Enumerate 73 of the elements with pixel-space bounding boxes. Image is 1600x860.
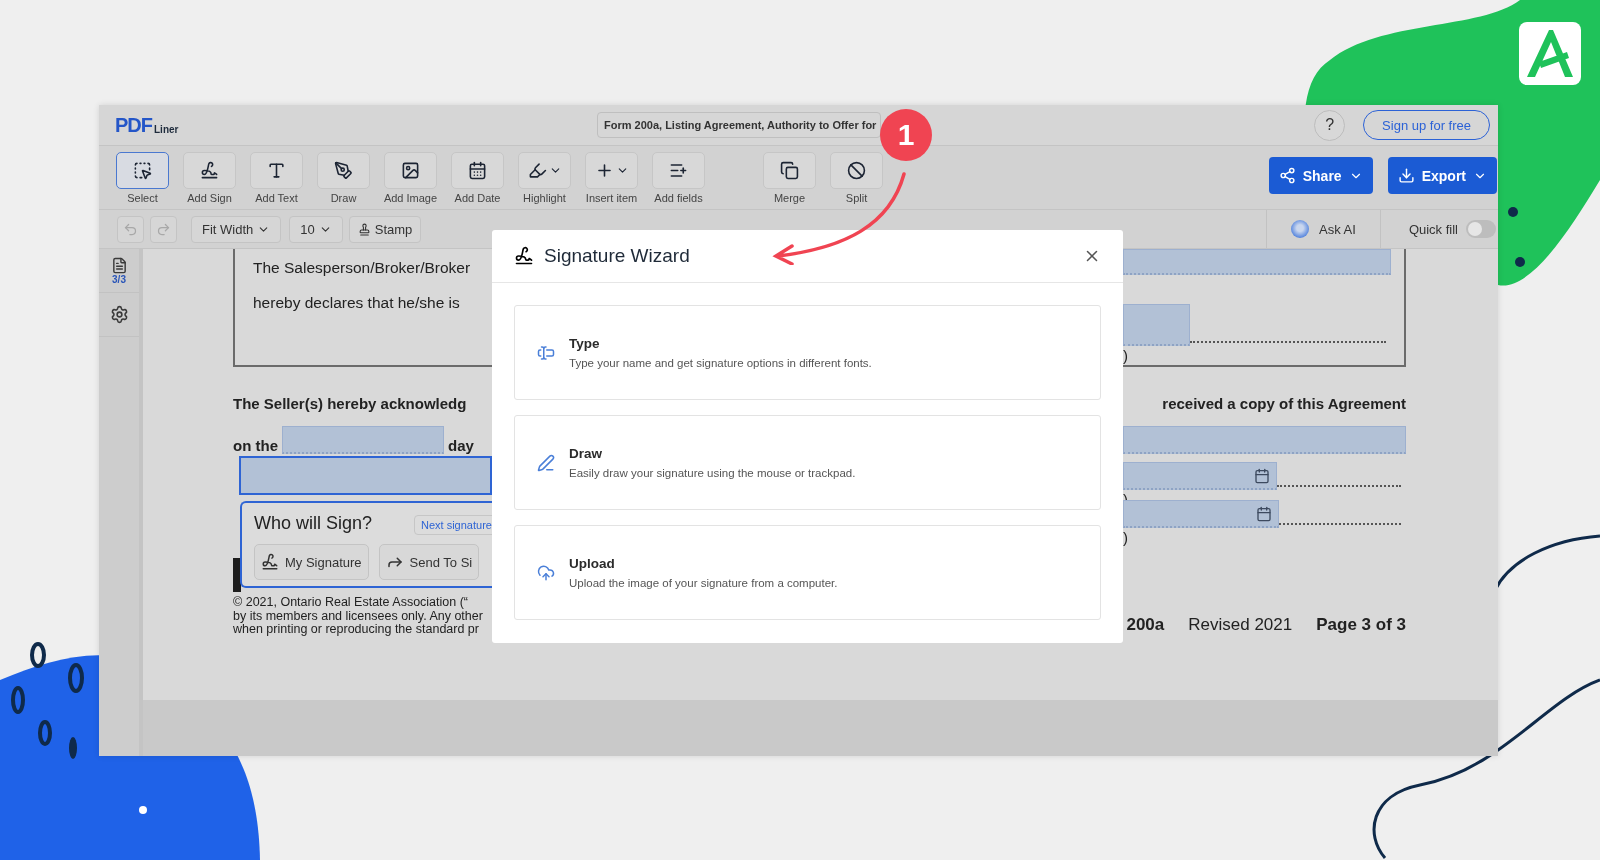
form-field[interactable] [1123, 426, 1406, 454]
stamp-button[interactable]: Stamp [348, 215, 422, 243]
file-icon [110, 256, 128, 274]
revision-text: Revised 2021 [1188, 614, 1293, 635]
font-size-dropdown[interactable]: 10 [289, 215, 343, 243]
highlighter-icon [527, 161, 547, 180]
signature-icon [261, 553, 279, 571]
option-description: Type your name and get signature options in different fonts. [569, 357, 872, 369]
pen-icon [537, 453, 555, 472]
document-text: on the [233, 437, 278, 454]
signature-option-card[interactable]: Type Type your name and get signature options in different fonts. [514, 305, 1101, 400]
signature-field[interactable] [239, 456, 492, 495]
copyright-text: © 2021, Ontario Real Estate Association (“ [233, 596, 469, 610]
document-text: hereby declares that he/she is [253, 294, 461, 312]
quick-fill-toggle[interactable] [1466, 220, 1496, 238]
pages-button[interactable]: 3/3 [99, 249, 139, 293]
text-cursor-icon [537, 343, 555, 362]
option-title: Draw [569, 446, 603, 461]
document-text: The Seller(s) hereby acknowledg [233, 395, 467, 412]
undo-icon [123, 221, 138, 237]
zoom-dropdown[interactable]: Fit Width [191, 215, 282, 243]
download-icon [1397, 167, 1415, 184]
form-field[interactable] [1123, 304, 1190, 346]
popover-title: Who will Sign? [254, 513, 373, 534]
send-to-sign-button[interactable]: Send To Si [378, 544, 480, 580]
page-number: Page 3 of 3 [1316, 614, 1406, 635]
export-button[interactable]: Export [1387, 157, 1497, 194]
option-title: Upload [569, 556, 616, 571]
image-icon [401, 161, 420, 180]
date-field[interactable] [1123, 500, 1279, 528]
add-fields-icon [669, 161, 688, 180]
cloud-upload-icon [537, 563, 555, 582]
select-icon [133, 161, 152, 180]
logo: PDFLiner [115, 113, 180, 137]
copyright-text: by its members and licensees only. Any other [233, 609, 483, 623]
option-title: Type [569, 336, 601, 351]
document-text: The Salesperson/Broker/Broker [253, 259, 471, 277]
realtor-logo-icon [233, 558, 241, 592]
option-description: Easily draw your signature using the mouse or trackpad. [569, 467, 856, 479]
signature-icon [514, 246, 534, 266]
quick-fill-label: Quick fill [1408, 221, 1458, 237]
calendar-icon [468, 161, 487, 180]
calendar-icon [1256, 505, 1272, 522]
redo-icon [156, 221, 171, 237]
my-signature-button[interactable]: My Signature [254, 544, 369, 580]
help-button[interactable]: ? [1314, 109, 1346, 141]
copy-icon [780, 161, 799, 180]
signature-option-card[interactable]: Draw Easily draw your signature using the mouse or trackpad. [514, 415, 1101, 510]
logo-icon [1519, 22, 1581, 85]
dialog-title: Signature Wizard [544, 245, 691, 267]
form-field[interactable] [1123, 249, 1391, 275]
calendar-icon [1254, 467, 1270, 484]
document-text: ) [1123, 529, 1129, 546]
signature-icon [200, 161, 219, 180]
stamp-icon [357, 222, 371, 236]
option-description: Upload the image of your signature from a computer. [569, 577, 838, 589]
document-text: received a copy of this Agreement [1162, 395, 1406, 412]
signature-option-card[interactable]: Upload Upload the image of your signature from a computer. [514, 525, 1101, 620]
ask-ai-button[interactable]: Ask AI [1319, 221, 1356, 237]
form-number: 200a [1126, 614, 1165, 635]
copyright-text: when printing or reproducing the standard pr [233, 623, 479, 637]
slash-icon [847, 161, 866, 180]
share-icon [1278, 167, 1296, 184]
share-button[interactable]: Share [1268, 157, 1373, 194]
document-text: day [448, 437, 474, 454]
date-field[interactable] [1123, 462, 1277, 490]
settings-icon [109, 305, 129, 324]
pen-icon [334, 161, 353, 180]
document-title-field[interactable]: Form 200a, Listing Agreement, Authority to Offer for [597, 112, 881, 138]
ai-orb-icon [1291, 220, 1309, 238]
text-icon [267, 161, 286, 180]
form-field[interactable] [282, 426, 444, 454]
document-text: ) [1123, 347, 1129, 364]
